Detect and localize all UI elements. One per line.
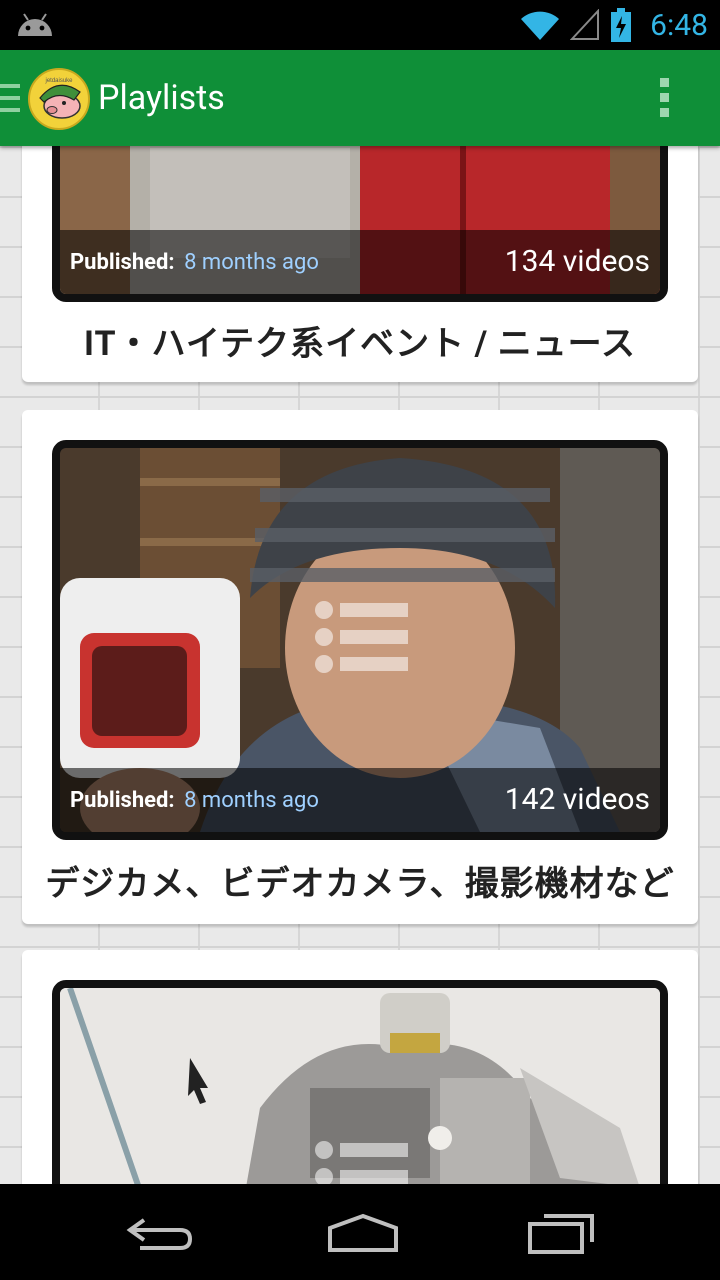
recent-apps-icon[interactable]: [526, 1212, 596, 1254]
playlist-title[interactable]: IT・ハイテク系イベント / ニュース: [22, 316, 698, 365]
svg-text:jetdaisuke: jetdaisuke: [44, 78, 73, 84]
page-title: Playlists: [98, 78, 225, 118]
battery-charging-icon: [611, 8, 632, 42]
published-label: Published:: [70, 250, 175, 275]
published-info: Published: 8 months ago: [70, 250, 319, 275]
clock: 6:48: [650, 7, 708, 43]
playlist-card[interactable]: Published: 8 months ago 134 videos IT・ハイ…: [22, 80, 698, 382]
overflow-menu-icon[interactable]: [660, 78, 670, 118]
android-debug-icon: [18, 13, 52, 36]
published-info: Published: 8 months ago: [70, 788, 319, 813]
playlist-title[interactable]: デジカメ、ビデオカメラ、撮影機材など: [22, 856, 698, 905]
home-icon[interactable]: [324, 1212, 398, 1254]
published-label: Published:: [70, 788, 175, 813]
app-logo[interactable]: jetdaisuke: [28, 68, 90, 130]
navigation-bar: [0, 1184, 720, 1280]
signal-icon: [570, 9, 600, 40]
back-icon[interactable]: [124, 1212, 194, 1254]
playlist-thumbnail[interactable]: Published: 8 months ago 142 videos: [52, 440, 668, 840]
drawer-icon[interactable]: [0, 84, 20, 112]
published-ago: 8 months ago: [184, 250, 319, 275]
playlist-overlay-icon: [315, 601, 408, 673]
video-count: 134 videos: [504, 244, 650, 279]
published-ago: 8 months ago: [184, 788, 319, 813]
playlist-card[interactable]: Published: 8 months ago 142 videos デジカメ、…: [22, 410, 698, 924]
video-count: 142 videos: [504, 782, 650, 817]
playlist-meta-bar: Published: 8 months ago 142 videos: [60, 768, 660, 832]
status-bar: 6:48: [0, 0, 720, 50]
action-bar: jetdaisuke Playlists: [0, 50, 720, 146]
wifi-icon: [521, 11, 560, 40]
pig-logo-icon: jetdaisuke: [39, 78, 81, 119]
playlist-meta-bar: Published: 8 months ago 134 videos: [60, 230, 660, 294]
